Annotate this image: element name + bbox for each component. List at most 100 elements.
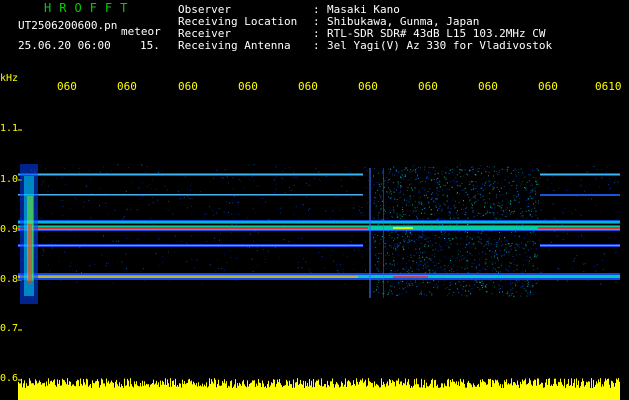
power-bar-column xyxy=(341,381,342,400)
noise-pixel xyxy=(436,188,438,190)
noise-pixel xyxy=(413,196,415,198)
noise-pixel xyxy=(501,204,503,206)
noise-pixel xyxy=(253,180,255,182)
noise-pixel xyxy=(509,213,511,215)
noise-pixel xyxy=(534,253,536,255)
power-bar-column xyxy=(541,382,542,400)
noise-pixel xyxy=(539,178,541,180)
noise-pixel xyxy=(373,200,375,202)
power-bar-column xyxy=(238,385,239,400)
noise-pixel xyxy=(486,202,488,204)
noise-pixel xyxy=(196,259,198,261)
power-bar-column xyxy=(30,380,31,400)
noise-pixel xyxy=(184,176,186,178)
power-bar-column xyxy=(430,383,431,400)
power-bar-column xyxy=(61,385,62,400)
noise-pixel xyxy=(452,238,454,240)
noise-pixel xyxy=(430,209,432,211)
power-bar-column xyxy=(176,386,177,400)
noise-pixel xyxy=(45,168,47,170)
noise-pixel xyxy=(401,186,402,187)
noise-pixel xyxy=(366,170,368,171)
noise-pixel xyxy=(483,168,485,170)
noise-pixel xyxy=(404,269,405,271)
power-bar-column xyxy=(310,385,311,400)
noise-pixel xyxy=(584,263,586,265)
noise-pixel xyxy=(515,231,517,233)
noise-pixel xyxy=(265,201,267,203)
noise-pixel xyxy=(506,216,508,218)
noise-pixel xyxy=(487,211,488,213)
noise-pixel xyxy=(365,241,367,243)
noise-pixel xyxy=(464,214,466,216)
noise-pixel xyxy=(568,211,570,213)
noise-pixel xyxy=(388,172,390,174)
noise-pixel xyxy=(371,245,373,247)
noise-pixel xyxy=(229,250,231,252)
noise-pixel xyxy=(459,164,461,166)
power-bar-column xyxy=(338,384,339,400)
power-bar-column xyxy=(368,378,369,400)
noise-pixel xyxy=(507,251,509,253)
power-bar-column xyxy=(65,382,66,400)
noise-pixel xyxy=(97,231,99,233)
power-bar-column xyxy=(64,380,65,400)
power-bar-column xyxy=(465,387,466,400)
noise-pixel xyxy=(448,173,450,175)
noise-pixel xyxy=(496,197,497,199)
power-bar-column xyxy=(40,382,41,400)
noise-pixel xyxy=(441,209,443,211)
noise-pixel xyxy=(441,208,443,210)
power-bar-column xyxy=(514,382,515,400)
noise-pixel xyxy=(532,211,534,213)
power-bar-column xyxy=(48,378,49,400)
noise-pixel xyxy=(484,260,486,262)
noise-pixel xyxy=(507,291,509,293)
power-bar-column xyxy=(609,384,610,400)
noise-pixel xyxy=(497,187,498,188)
power-bar-column xyxy=(258,379,259,400)
noise-pixel xyxy=(574,257,576,259)
noise-pixel xyxy=(475,267,477,269)
noise-pixel xyxy=(236,258,238,259)
power-bar-column xyxy=(476,386,477,400)
noise-pixel xyxy=(471,189,473,190)
noise-pixel xyxy=(146,166,148,168)
power-bar-column xyxy=(320,385,321,400)
noise-pixel xyxy=(504,179,506,181)
noise-pixel xyxy=(516,196,517,198)
noise-pixel xyxy=(474,197,476,199)
noise-pixel xyxy=(599,211,601,213)
noise-pixel xyxy=(518,235,520,237)
noise-pixel xyxy=(458,249,459,251)
noise-pixel xyxy=(462,255,464,257)
noise-pixel xyxy=(445,257,447,259)
noise-pixel xyxy=(381,218,383,220)
noise-pixel xyxy=(573,260,575,262)
noise-pixel xyxy=(486,266,488,268)
noise-pixel xyxy=(446,197,448,199)
noise-pixel xyxy=(483,199,485,201)
noise-pixel xyxy=(394,286,395,288)
noise-pixel xyxy=(386,248,388,250)
noise-pixel xyxy=(396,201,398,203)
noise-pixel xyxy=(378,257,379,259)
noise-pixel xyxy=(481,284,482,286)
noise-pixel xyxy=(393,247,394,249)
power-bar-column xyxy=(244,384,245,400)
noise-pixel xyxy=(395,249,397,251)
power-bar-column xyxy=(424,379,425,400)
noise-pixel xyxy=(510,248,512,250)
noise-pixel xyxy=(388,234,390,236)
noise-pixel xyxy=(500,207,502,209)
noise-pixel xyxy=(315,283,317,285)
noise-pixel xyxy=(379,271,381,273)
noise-pixel xyxy=(398,245,400,247)
noise-pixel xyxy=(392,175,394,177)
noise-pixel xyxy=(424,166,426,168)
power-bar-column xyxy=(220,385,221,400)
power-bar-column xyxy=(383,381,384,400)
noise-pixel xyxy=(407,235,408,237)
noise-pixel xyxy=(494,181,496,183)
noise-pixel xyxy=(508,295,510,297)
